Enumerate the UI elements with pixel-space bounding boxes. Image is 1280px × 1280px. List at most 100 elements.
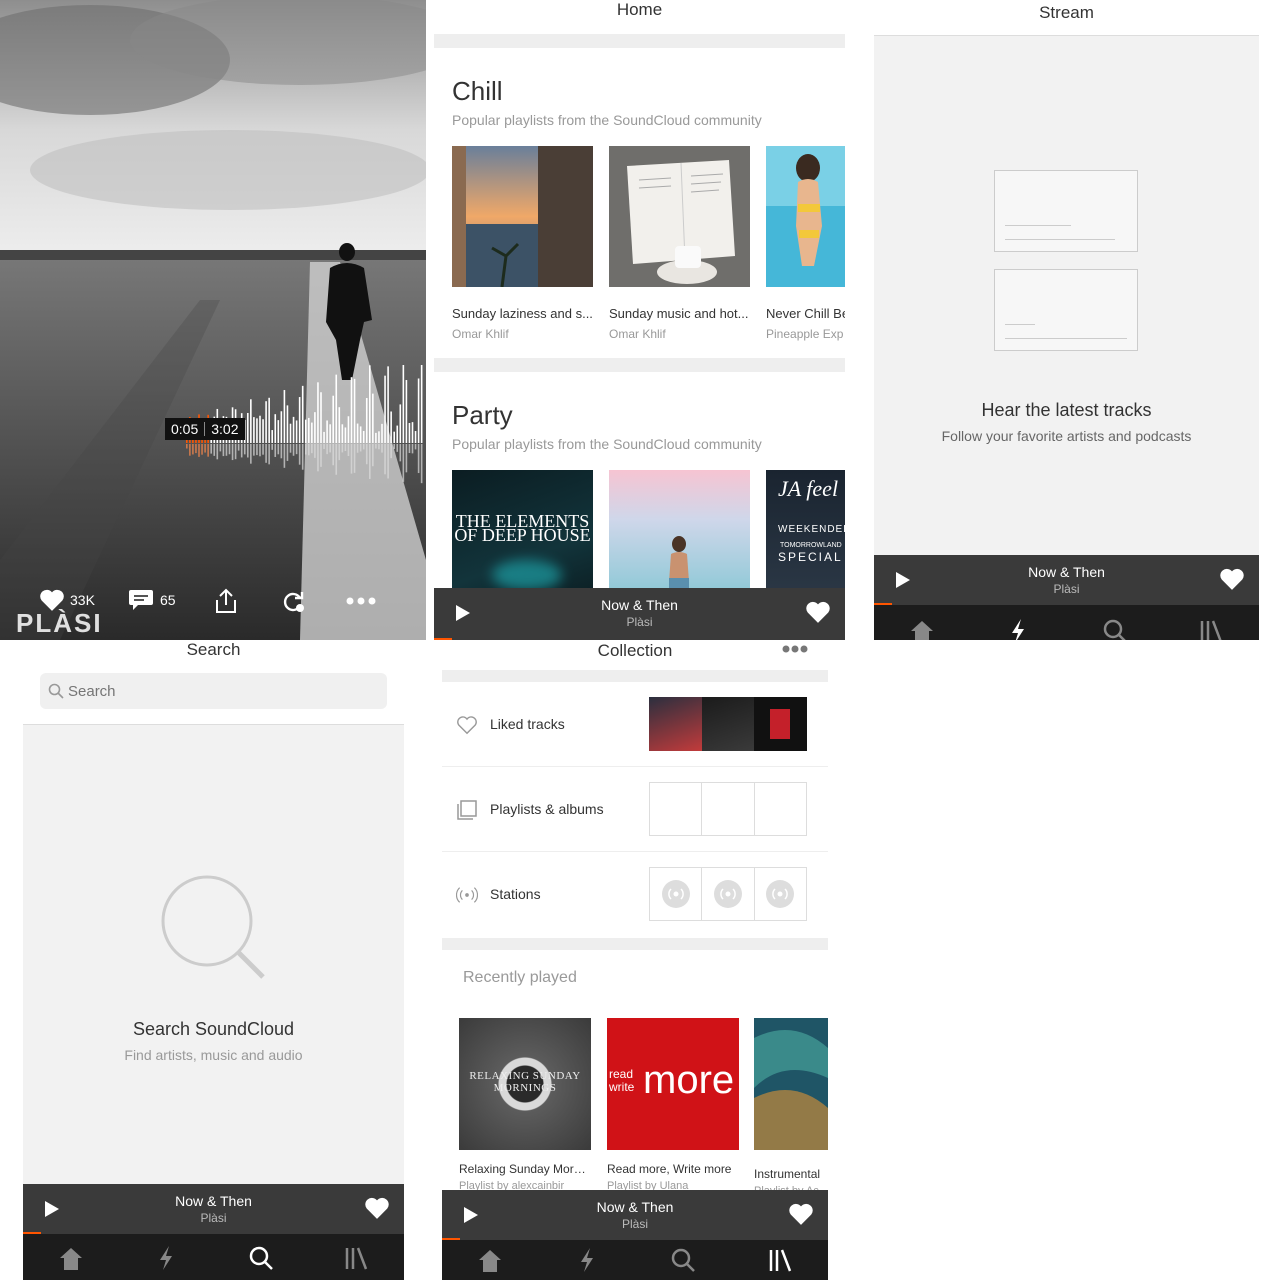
waveform-reflection <box>295 444 298 455</box>
waveform-reflection <box>341 444 344 453</box>
waveform-reflection <box>189 444 191 456</box>
repost-button[interactable] <box>280 590 306 619</box>
divider <box>442 670 828 682</box>
waveform-reflection <box>393 444 395 450</box>
waveform-bar <box>256 418 258 443</box>
playlist-card[interactable]: Never Chill Be Pineapple Exp <box>766 146 845 341</box>
tab-library[interactable] <box>1163 605 1259 640</box>
heart-icon[interactable] <box>364 1196 390 1220</box>
waveform-reflection <box>271 444 273 450</box>
collection-row-stations[interactable]: Stations <box>442 852 828 937</box>
playlist-artwork <box>609 146 750 287</box>
heart-icon[interactable] <box>1219 567 1245 591</box>
heart-icon[interactable] <box>788 1202 814 1226</box>
tab-library[interactable] <box>309 1234 404 1280</box>
tab-home[interactable] <box>874 605 970 640</box>
tab-search[interactable] <box>635 1240 732 1280</box>
liked-thumbnails <box>649 697 808 751</box>
waveform-reflection <box>265 444 267 463</box>
waveform-reflection <box>210 444 212 454</box>
waveform-bar <box>365 398 368 443</box>
station-thumbnails <box>649 867 807 921</box>
waveform-bar <box>402 365 405 443</box>
search-icon <box>1103 619 1126 640</box>
section-subtitle: Popular playlists from the SoundCloud co… <box>452 112 762 128</box>
waveform-reflection <box>384 444 386 475</box>
waveform-reflection <box>372 444 374 467</box>
search-bar[interactable] <box>40 673 387 709</box>
waveform-bar <box>372 393 374 443</box>
artwork-text-big: more <box>643 1058 735 1102</box>
waveform-bar <box>378 431 380 443</box>
row-label: Liked tracks <box>490 716 565 732</box>
waveform-bar <box>314 412 316 443</box>
collection-row-playlists[interactable]: Playlists & albums <box>442 767 828 852</box>
waveform-reflection <box>414 444 417 450</box>
mini-player[interactable]: Now & Then Plàsi <box>23 1184 404 1234</box>
collection-row-liked[interactable]: Liked tracks <box>442 682 828 767</box>
tab-stream[interactable] <box>118 1234 213 1280</box>
tab-library[interactable] <box>732 1240 829 1280</box>
waveform-reflection <box>308 444 310 456</box>
mini-player[interactable]: Now & Then Plàsi <box>442 1190 828 1240</box>
waveform-reflection <box>292 444 295 456</box>
waveform-reflection <box>402 444 405 482</box>
recent-artwork <box>754 1018 828 1150</box>
waveform-bar <box>393 431 395 443</box>
home-icon <box>479 1250 502 1272</box>
tab-bar <box>23 1234 404 1280</box>
divider <box>434 358 845 372</box>
waveform-reflection <box>274 444 277 457</box>
section-title-chill: Chill <box>452 76 503 106</box>
more-button[interactable] <box>346 597 376 605</box>
tab-home[interactable] <box>442 1240 539 1280</box>
tab-stream[interactable] <box>539 1240 636 1280</box>
tab-search[interactable] <box>214 1234 309 1280</box>
waveform-bar <box>390 411 392 443</box>
stream-screen: Stream Hear the latest tracks Follow you… <box>874 0 1259 640</box>
waveform-bar <box>301 385 304 443</box>
share-icon <box>216 588 236 613</box>
waveform-reflection <box>289 444 292 453</box>
tab-search[interactable] <box>1067 605 1163 640</box>
waveform-reflection <box>277 444 280 455</box>
mini-player[interactable]: Now & Then Plàsi <box>874 555 1259 605</box>
waveform-reflection <box>250 444 252 464</box>
waveform-bar <box>384 375 386 443</box>
playlist-card[interactable]: Sunday laziness and s... Omar Khlif <box>452 146 593 341</box>
search-input[interactable] <box>68 673 378 709</box>
magnifier-icon <box>161 875 265 979</box>
section-subtitle: Popular playlists from the SoundCloud co… <box>452 436 762 452</box>
artwork-text: RELAXING SUNDAY MORNINGS <box>469 1070 581 1094</box>
waveform-reflection <box>353 444 356 473</box>
waveform-reflection <box>356 444 359 453</box>
waveform-bar <box>329 424 331 443</box>
waveform-reflection <box>390 444 392 459</box>
comment-button[interactable]: 65 <box>128 588 176 612</box>
mini-player[interactable]: Now & Then Plàsi <box>434 588 845 640</box>
share-button[interactable] <box>214 588 238 619</box>
recent-card[interactable]: read write more Read more, Write more Pl… <box>607 1018 739 1192</box>
heart-icon[interactable] <box>805 600 831 624</box>
waveform-reflection <box>237 444 240 451</box>
section-title-party: Party <box>452 400 513 430</box>
waveform-reflection <box>231 444 234 461</box>
waveform-bar <box>295 420 298 443</box>
tab-home[interactable] <box>23 1234 118 1280</box>
waveform-reflection <box>225 444 228 456</box>
playlist-card[interactable]: Sunday music and hot... Omar Khlif <box>609 146 750 341</box>
waveform-reflection <box>405 444 408 473</box>
waveform-reflection <box>228 444 231 455</box>
waveform-reflection <box>399 444 402 462</box>
playlist-title: Sunday laziness and s... <box>452 306 593 321</box>
tab-stream[interactable] <box>970 605 1066 640</box>
library-icon <box>346 1247 368 1270</box>
waveform-bar <box>411 422 414 443</box>
time-total: 3:02 <box>211 421 239 437</box>
more-icon <box>346 597 376 605</box>
page-title: Stream <box>1039 3 1094 22</box>
more-icon[interactable] <box>782 645 808 653</box>
recent-card[interactable]: RELAXING SUNDAY MORNINGS Relaxing Sunday… <box>459 1018 591 1192</box>
waveform-bar <box>347 416 350 443</box>
recent-card[interactable]: Instrumental Playlist by Ac <box>754 1018 828 1197</box>
